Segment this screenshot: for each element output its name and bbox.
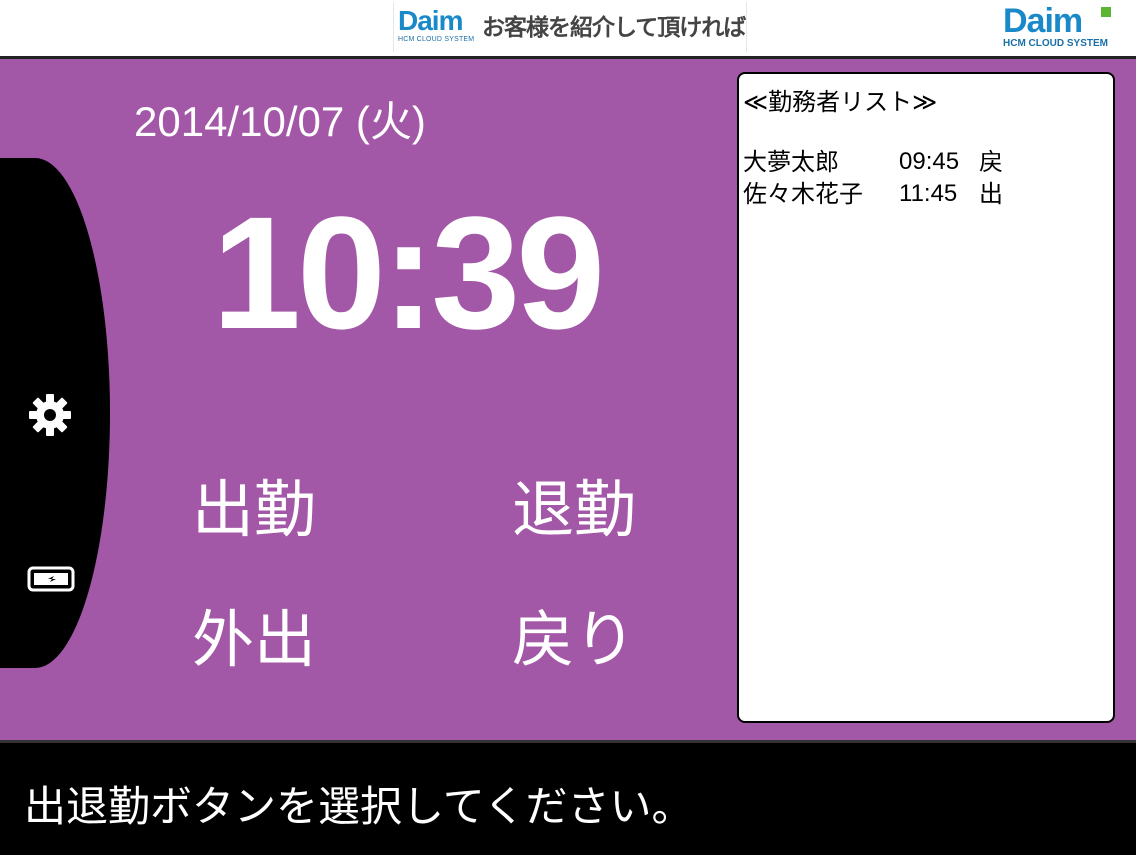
- return-button[interactable]: 戻り: [512, 604, 636, 676]
- current-date: 2014/10/07 (火): [134, 98, 426, 145]
- instruction-message: 出退勤ボタンを選択してください。: [24, 782, 694, 831]
- brand-logo-word: Daim: [1003, 2, 1083, 40]
- gear-icon[interactable]: [27, 392, 73, 438]
- ad-logo: Daim HCM CLOUD SYSTEM: [398, 6, 482, 44]
- worker-name: 大夢太郎: [743, 148, 839, 176]
- clock-in-button[interactable]: 出勤: [192, 474, 316, 546]
- list-item: 大夢太郎 09:45 戻: [743, 146, 1103, 178]
- top-banner-bar: Daim HCM CLOUD SYSTEM お客様を紹介して頂ければ Daim …: [0, 0, 1136, 59]
- advertisement-banner[interactable]: Daim HCM CLOUD SYSTEM お客様を紹介して頂ければ: [393, 2, 747, 52]
- worker-list-panel: ≪勤務者リスト≫ 大夢太郎 09:45 戻 佐々木花子 11:45 出: [737, 72, 1115, 723]
- worker-time: 09:45: [899, 148, 960, 175]
- brand-logo-subtitle: HCM CLOUD SYSTEM: [1003, 38, 1108, 49]
- battery-icon[interactable]: [27, 566, 77, 592]
- message-bar: 出退勤ボタンを選択してください。: [0, 740, 1136, 855]
- brand-logo: Daim HCM CLOUD SYSTEM: [1003, 4, 1131, 49]
- worker-list: 大夢太郎 09:45 戻 佐々木花子 11:45 出: [743, 146, 1103, 210]
- worker-status: 出: [979, 180, 1003, 208]
- go-out-button[interactable]: 外出: [192, 604, 316, 676]
- worker-time: 11:45: [899, 180, 958, 207]
- ad-logo-word: Daim: [398, 5, 463, 36]
- logo-green-square: [1101, 7, 1111, 17]
- worker-status: 戻: [979, 148, 1003, 176]
- clock-out-button[interactable]: 退勤: [512, 474, 636, 546]
- worker-list-title: ≪勤務者リスト≫: [743, 88, 938, 116]
- ad-text: お客様を紹介して頂ければ: [482, 15, 746, 41]
- list-item: 佐々木花子 11:45 出: [743, 178, 1103, 210]
- ad-logo-subtitle: HCM CLOUD SYSTEM: [398, 36, 475, 43]
- current-time: 10:39: [212, 183, 605, 362]
- worker-name: 佐々木花子: [743, 180, 863, 208]
